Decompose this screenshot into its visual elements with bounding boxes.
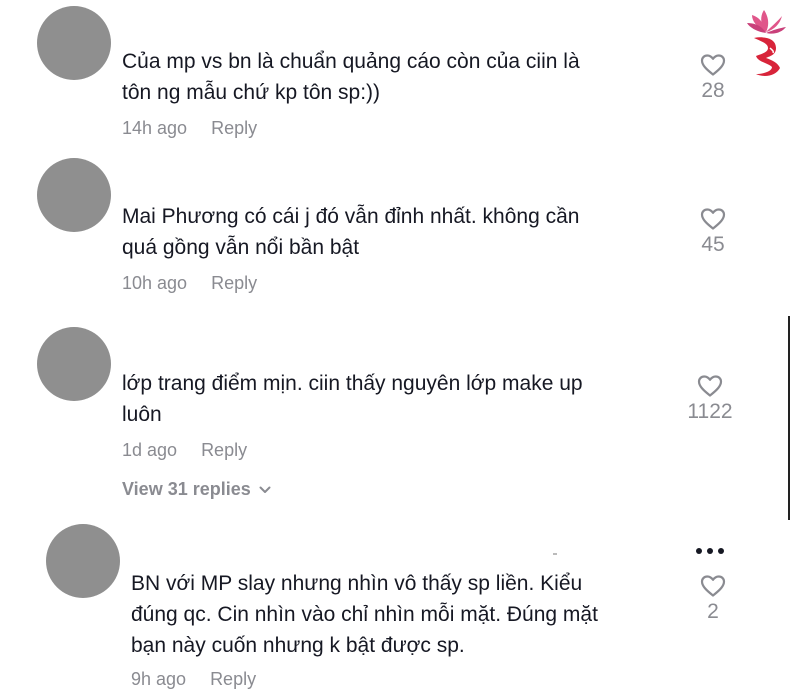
chevron-down-icon [259, 486, 271, 493]
comment-timestamp: 9h ago [131, 669, 187, 689]
comment-meta: 10h ago Reply [122, 273, 257, 294]
like-count: 1122 [687, 400, 733, 423]
heart-outline-icon [700, 54, 726, 76]
comment-meta: 14h ago Reply [122, 118, 257, 139]
heart-outline-icon [700, 208, 726, 230]
like-count: 45 [701, 233, 725, 256]
heart-outline-icon [697, 375, 723, 397]
comment-meta: 9h ago Reply [131, 669, 256, 690]
comment-timestamp: 1d ago [122, 440, 178, 460]
more-dots-icon[interactable] [696, 544, 730, 558]
reply-button[interactable]: Reply [211, 273, 257, 294]
comment-text: lớp trang điểm mịn. ciin thấy nguyên lớp… [122, 372, 583, 426]
reply-button[interactable]: Reply [210, 669, 256, 690]
heart-outline-icon [700, 575, 726, 597]
like-button[interactable]: 1122 [680, 374, 740, 424]
divider [553, 553, 557, 555]
like-count: 28 [701, 79, 725, 102]
comment-text: Mai Phương có cái j đó vẫn đỉnh nhất. kh… [122, 205, 580, 259]
comment-timestamp: 10h ago [122, 273, 188, 293]
comment-meta: 1d ago Reply [122, 440, 247, 461]
view-replies-button[interactable]: View 31 replies [122, 479, 271, 500]
reply-button[interactable]: Reply [211, 118, 257, 139]
view-replies-label: View 31 replies [122, 479, 251, 499]
comment-timestamp: 14h ago [122, 118, 188, 138]
like-button[interactable]: 2 [683, 574, 743, 624]
scrollbar[interactable] [788, 316, 790, 520]
like-count: 2 [707, 600, 719, 623]
comment-text: Của mp vs bn là chuẩn quảng cáo còn của … [122, 50, 580, 104]
avatar[interactable] [37, 158, 111, 232]
brand-logo [742, 8, 790, 78]
avatar[interactable] [37, 6, 111, 80]
comment-text: BN với MP slay nhưng nhìn vô thấy sp liề… [131, 572, 598, 657]
avatar[interactable] [46, 524, 120, 598]
like-button[interactable]: 28 [683, 53, 743, 103]
reply-button[interactable]: Reply [201, 440, 247, 461]
like-button[interactable]: 45 [683, 207, 743, 257]
avatar[interactable] [37, 327, 111, 401]
